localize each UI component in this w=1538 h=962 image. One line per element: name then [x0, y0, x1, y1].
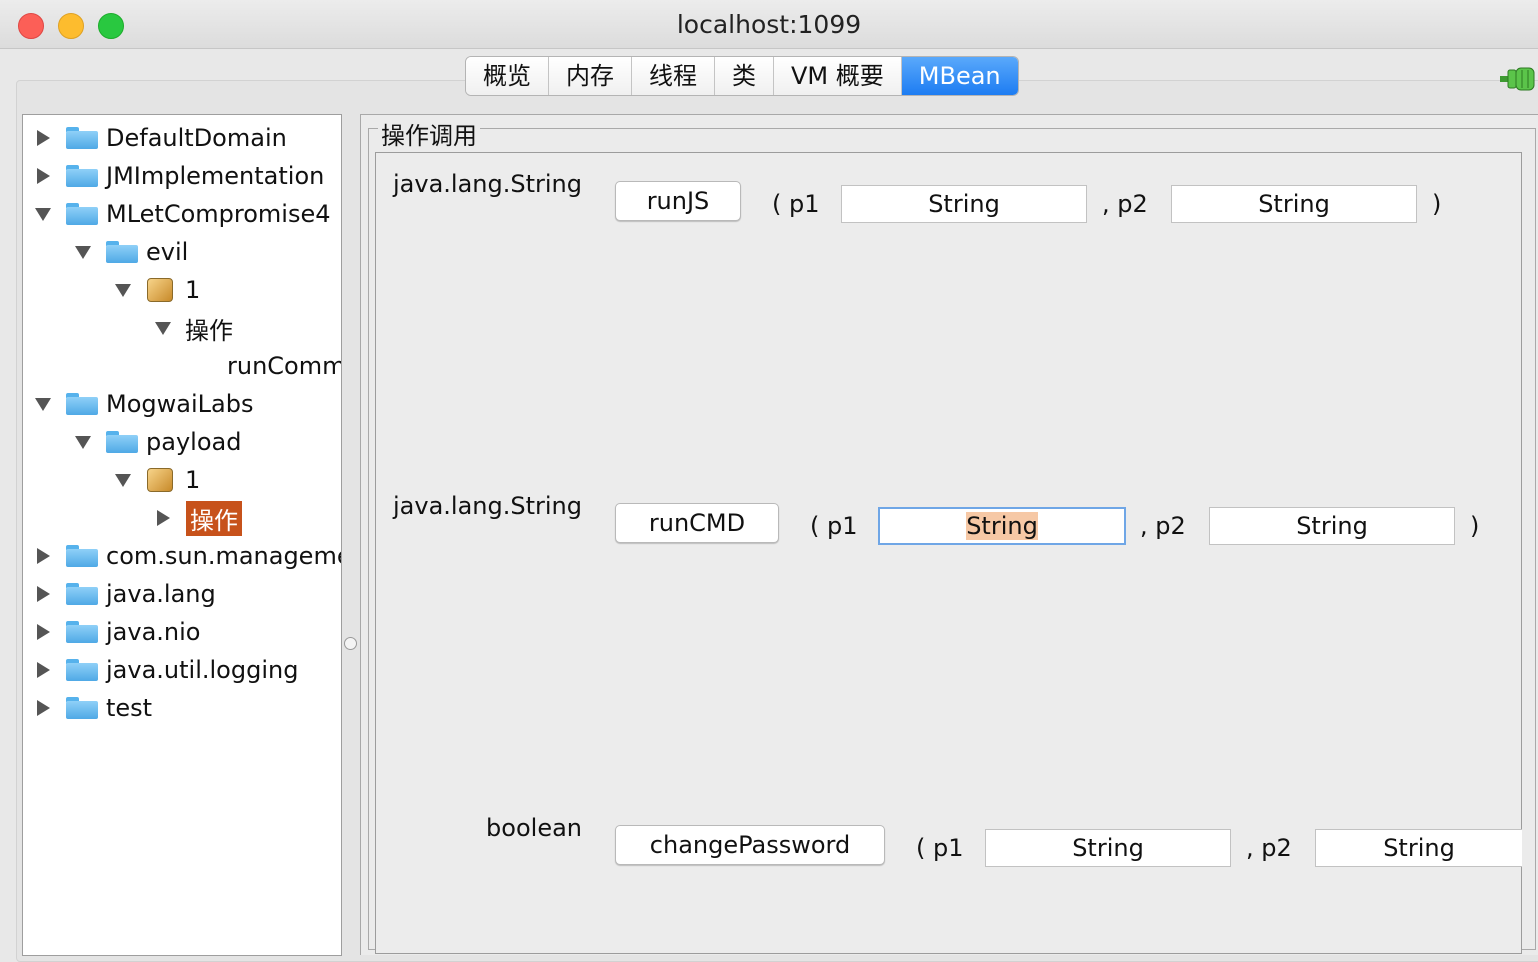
folder-icon [106, 241, 138, 263]
folder-icon [66, 165, 98, 187]
tree-item-mletcompromise4[interactable]: MLetCompromise4 [35, 195, 331, 233]
tree-item-evil-1[interactable]: 1 [115, 271, 200, 309]
tree-item-label: java.lang [106, 580, 216, 608]
folder-icon [66, 583, 98, 605]
tree-item-label: payload [146, 428, 242, 456]
param-close-label: ) [1432, 190, 1442, 218]
tree-item-test[interactable]: test [37, 689, 152, 727]
mbean-tree[interactable]: DefaultDomain JMImplementation MLetCompr… [22, 114, 342, 956]
selected-text: String [966, 512, 1038, 540]
tree-item-label: java.nio [106, 618, 201, 646]
mbean-icon [147, 278, 173, 302]
tab-mbean[interactable]: MBean [901, 57, 1018, 95]
tree-item-java-util-logging[interactable]: java.util.logging [37, 651, 298, 689]
changepassword-p1-input[interactable]: String [985, 829, 1231, 867]
tree-item-label: evil [146, 238, 189, 266]
tree-item-label: test [106, 694, 153, 722]
collapse-arrow-icon[interactable] [155, 321, 171, 335]
return-type-label: boolean [486, 814, 582, 842]
tree-item-defaultdomain[interactable]: DefaultDomain [37, 119, 287, 157]
tab-classes[interactable]: 类 [715, 57, 774, 95]
tree-item-payload-1[interactable]: 1 [115, 461, 200, 499]
tab-bar: 概览 内存 线程 类 VM 概要 MBean [465, 56, 1019, 96]
runjs-button[interactable]: runJS [615, 181, 741, 221]
tree-item-mogwailabs[interactable]: MogwaiLabs [35, 385, 253, 423]
changepassword-p2-input[interactable]: String [1315, 829, 1522, 867]
tree-item-runcomm[interactable]: runComm [227, 347, 342, 385]
connection-status-icon[interactable] [1500, 66, 1538, 92]
param-open-label: ( p1 [810, 512, 858, 540]
changepassword-button[interactable]: changePassword [615, 825, 885, 865]
return-type-label: java.lang.String [393, 170, 582, 198]
tree-item-label: JMImplementation [106, 162, 325, 190]
collapse-arrow-icon[interactable] [115, 283, 131, 297]
folder-icon [66, 697, 98, 719]
expand-arrow-icon[interactable] [37, 624, 50, 640]
param-separator-label: , p2 [1102, 190, 1148, 218]
tree-item-com-sun-management[interactable]: com.sun.manageme [37, 537, 342, 575]
param-open-label: ( p1 [916, 834, 964, 862]
collapse-arrow-icon[interactable] [115, 473, 131, 487]
runcmd-p1-input[interactable]: String [878, 507, 1126, 545]
param-separator-label: , p2 [1246, 834, 1292, 862]
param-open-label: ( p1 [772, 190, 820, 218]
expand-arrow-icon[interactable] [157, 510, 170, 526]
expand-arrow-icon[interactable] [37, 548, 50, 564]
folder-icon [66, 393, 98, 415]
tree-item-label: 1 [185, 276, 201, 304]
collapse-arrow-icon[interactable] [75, 435, 91, 449]
param-close-label: ) [1470, 512, 1480, 540]
folder-icon [66, 621, 98, 643]
tree-item-java-lang[interactable]: java.lang [37, 575, 216, 613]
expand-arrow-icon[interactable] [37, 130, 50, 146]
expand-arrow-icon[interactable] [37, 700, 50, 716]
tree-item-label: 1 [185, 466, 201, 494]
tree-item-label: MogwaiLabs [106, 390, 254, 418]
tab-overview[interactable]: 概览 [466, 57, 549, 95]
expand-arrow-icon[interactable] [37, 586, 50, 602]
collapse-arrow-icon[interactable] [35, 397, 51, 411]
tree-item-payload-operations[interactable]: 操作 [157, 499, 242, 537]
tree-item-jmimplementation[interactable]: JMImplementation [37, 157, 324, 195]
return-type-label: java.lang.String [393, 492, 582, 520]
tree-item-payload[interactable]: payload [75, 423, 241, 461]
tree-item-evil[interactable]: evil [75, 233, 188, 271]
folder-icon [66, 203, 98, 225]
operations-group-title: 操作调用 [378, 116, 480, 151]
tree-item-label: DefaultDomain [106, 124, 287, 152]
tree-item-label: 操作 [186, 500, 242, 536]
runcmd-button[interactable]: runCMD [615, 503, 779, 543]
folder-icon [66, 545, 98, 567]
folder-icon [66, 127, 98, 149]
window-title: localhost:1099 [676, 10, 862, 39]
tab-threads[interactable]: 线程 [632, 57, 715, 95]
tree-item-label: runComm [227, 352, 342, 380]
folder-icon [106, 431, 138, 453]
tab-vm-summary[interactable]: VM 概要 [774, 57, 902, 95]
tab-memory[interactable]: 内存 [549, 57, 632, 95]
tree-item-label: java.util.logging [106, 656, 299, 684]
runcmd-p2-input[interactable]: String [1209, 507, 1455, 545]
mbean-icon [147, 468, 173, 492]
param-separator-label: , p2 [1140, 512, 1186, 540]
tree-item-label: MLetCompromise4 [106, 200, 331, 228]
tree-item-java-nio[interactable]: java.nio [37, 613, 200, 651]
split-pane-divider[interactable] [344, 637, 357, 650]
collapse-arrow-icon[interactable] [75, 245, 91, 259]
expand-arrow-icon[interactable] [37, 168, 50, 184]
runjs-p2-input[interactable]: String [1171, 185, 1417, 223]
tree-item-label: 操作 [185, 316, 233, 345]
collapse-arrow-icon[interactable] [35, 207, 51, 221]
tree-item-evil-operations[interactable]: 操作 [155, 309, 233, 347]
expand-arrow-icon[interactable] [37, 662, 50, 678]
folder-icon [66, 659, 98, 681]
tree-item-label: com.sun.manageme [106, 542, 342, 570]
runjs-p1-input[interactable]: String [841, 185, 1087, 223]
title-bar: localhost:1099 [0, 0, 1538, 49]
